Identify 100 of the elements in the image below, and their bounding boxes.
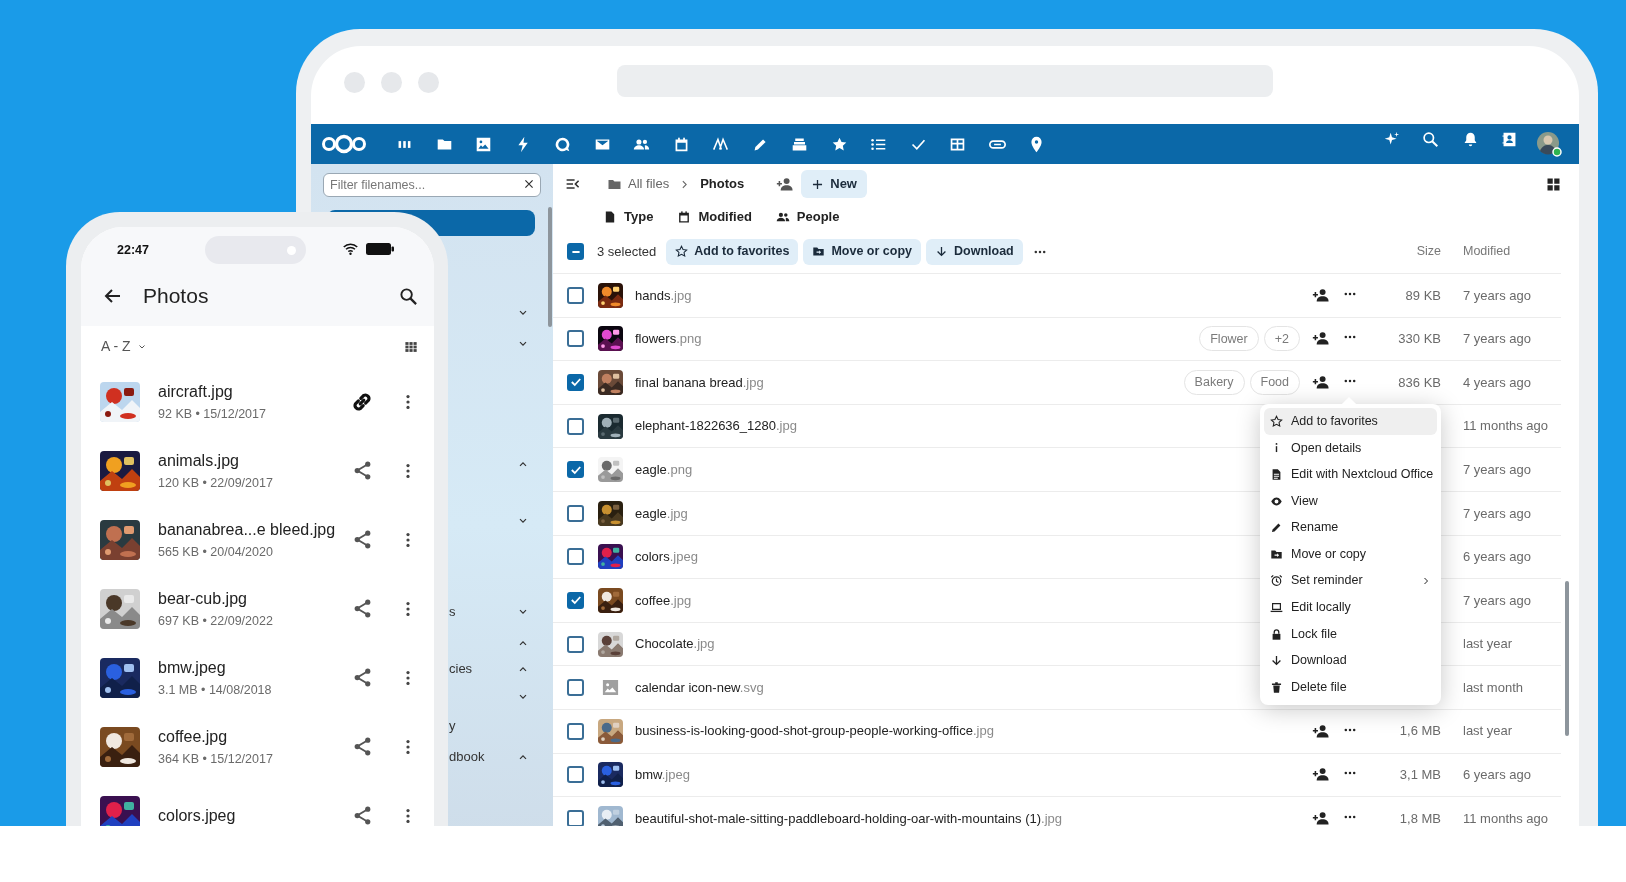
star-icon — [1270, 414, 1283, 428]
menu-item[interactable]: Open details — [1264, 434, 1437, 462]
checkbox[interactable] — [567, 591, 584, 609]
action-button[interactable]: Download — [926, 238, 1023, 265]
file-name[interactable]: calendar icon-new.svg — [635, 677, 764, 698]
filter-field[interactable]: Filter filenames... — [323, 173, 541, 197]
file-name[interactable]: bananabrea...e bleed.jpg — [158, 517, 350, 542]
menu-item[interactable]: Delete file — [1264, 673, 1437, 701]
chat-icon[interactable] — [554, 135, 572, 153]
checkbox[interactable] — [567, 243, 584, 260]
file-name[interactable]: coffee.jpg — [158, 724, 350, 749]
sidebar-item[interactable]: y — [449, 713, 535, 739]
file-name[interactable]: colors.jpeg — [158, 803, 350, 826]
checkmark-icon — [569, 594, 582, 607]
checkbox[interactable] — [567, 548, 584, 566]
menu-item[interactable]: Set reminder — [1264, 567, 1437, 595]
alarm-clock-icon — [1270, 574, 1283, 588]
modified-date: 6 years ago — [1463, 548, 1531, 567]
file-name[interactable]: beautiful-shot-male-sitting-paddleboard-holding-oar-with-mountains (1).jpg — [635, 808, 1063, 826]
file-size: 3,1 MB — [1399, 766, 1441, 785]
checkbox[interactable] — [567, 417, 584, 435]
collapse-menu-icon[interactable] — [565, 176, 581, 192]
new-button[interactable]: New — [801, 170, 867, 198]
image-icon[interactable] — [475, 135, 493, 153]
column-header[interactable]: Size — [1362, 242, 1441, 261]
share-person-icon[interactable] — [1311, 722, 1329, 740]
avatar[interactable] — [1536, 131, 1563, 157]
lock-icon — [1270, 627, 1283, 641]
column-header[interactable]: Modified — [1441, 242, 1561, 261]
file-name[interactable]: flowers.png — [635, 329, 702, 349]
file-name[interactable]: eagle.jpg — [635, 503, 688, 523]
grid-view-icon[interactable] — [404, 339, 418, 354]
file-name[interactable]: bear-cub.jpg — [158, 586, 350, 611]
checkbox[interactable] — [567, 504, 584, 522]
action-button[interactable]: Add to favorites — [666, 238, 799, 265]
file-name[interactable]: hands.jpg — [635, 285, 692, 306]
scrollbar[interactable] — [1565, 581, 1569, 736]
file-size: 1,6 MB — [1399, 722, 1441, 741]
scrollbar[interactable] — [548, 207, 552, 327]
file-name[interactable]: animals.jpg — [158, 448, 350, 473]
modified-date: 7 years ago — [1463, 460, 1531, 479]
file-name[interactable]: colors.jpeg — [635, 547, 698, 567]
menu-item[interactable]: Edit with Nextcloud Office — [1264, 461, 1437, 488]
sidebar-item[interactable]: cies — [449, 656, 535, 682]
checkbox[interactable] — [567, 722, 584, 740]
search-icon[interactable] — [399, 286, 418, 306]
file-details: 3.1 MB • 14/08/2018 — [158, 681, 273, 699]
breadcrumb-link[interactable]: Photos — [700, 174, 745, 194]
checkbox[interactable] — [567, 374, 584, 391]
checkbox[interactable] — [567, 330, 584, 348]
filter-button[interactable]: People — [775, 207, 840, 227]
menu-item[interactable]: Edit locally — [1264, 594, 1437, 621]
file-name[interactable]: final banana bread.jpg — [635, 372, 764, 393]
menu-item[interactable]: Lock file — [1264, 620, 1437, 648]
star-icon[interactable] — [830, 135, 848, 153]
grid-view-icon[interactable] — [1546, 176, 1561, 192]
menu-item[interactable]: View — [1264, 487, 1437, 515]
file-name[interactable]: elephant-1822636_1280.jpg — [635, 416, 797, 436]
selection-count: 3 selected — [597, 242, 657, 261]
close-icon[interactable] — [523, 178, 535, 190]
modified-date: 11 months ago — [1463, 417, 1549, 436]
menu-item[interactable]: Download — [1264, 647, 1437, 674]
file-details: 364 KB • 15/12/2017 — [158, 750, 274, 768]
logo[interactable] — [321, 134, 367, 154]
checkbox[interactable] — [567, 679, 584, 697]
checkbox[interactable] — [567, 286, 584, 304]
file-name[interactable]: aircraft.jpg — [158, 379, 350, 404]
share-person-icon[interactable] — [1311, 809, 1329, 826]
file-name[interactable]: eagle.png — [635, 459, 693, 480]
file-name[interactable]: bmw.jpeg — [158, 655, 350, 680]
filter-button[interactable]: Modified — [677, 207, 752, 227]
checkmark-icon — [569, 463, 582, 476]
checkbox[interactable] — [567, 461, 584, 479]
screen-title: Photos — [143, 283, 209, 310]
filter-button[interactable]: Type — [603, 207, 654, 227]
menu-item[interactable]: Rename — [1264, 514, 1437, 541]
checkbox[interactable] — [567, 635, 584, 653]
checkbox[interactable] — [567, 809, 584, 826]
breadcrumb-link[interactable]: All files — [628, 174, 670, 194]
sidebar-item[interactable]: s — [449, 599, 535, 625]
share-person-icon[interactable] — [1311, 374, 1329, 391]
share-person-icon[interactable] — [1311, 286, 1329, 304]
sidebar-item[interactable]: dbook — [449, 744, 535, 770]
file-name[interactable]: business-is-looking-good-shot-group-people-working-office.jpg — [635, 721, 994, 741]
sort-button[interactable]: A - Z — [101, 336, 147, 357]
menu-item[interactable]: Add to favorites — [1264, 408, 1437, 435]
file-size: 836 KB — [1398, 373, 1441, 392]
menu-item[interactable]: Move or copy — [1264, 540, 1437, 568]
file-name[interactable]: coffee.jpg — [635, 590, 692, 611]
folder-icon — [812, 245, 826, 258]
share-person-icon[interactable] — [776, 175, 794, 193]
action-button[interactable]: Move or copy — [803, 238, 921, 265]
file-name[interactable]: bmw.jpeg — [635, 765, 690, 785]
file-size: 330 KB — [1398, 330, 1441, 349]
battery-icon — [366, 243, 394, 255]
checkmark-icon — [569, 376, 582, 389]
modified-date: 11 months ago — [1463, 809, 1549, 826]
checkbox[interactable] — [567, 766, 584, 784]
file-name[interactable]: Chocolate.jpg — [635, 634, 715, 654]
scribble-icon[interactable] — [712, 135, 730, 153]
